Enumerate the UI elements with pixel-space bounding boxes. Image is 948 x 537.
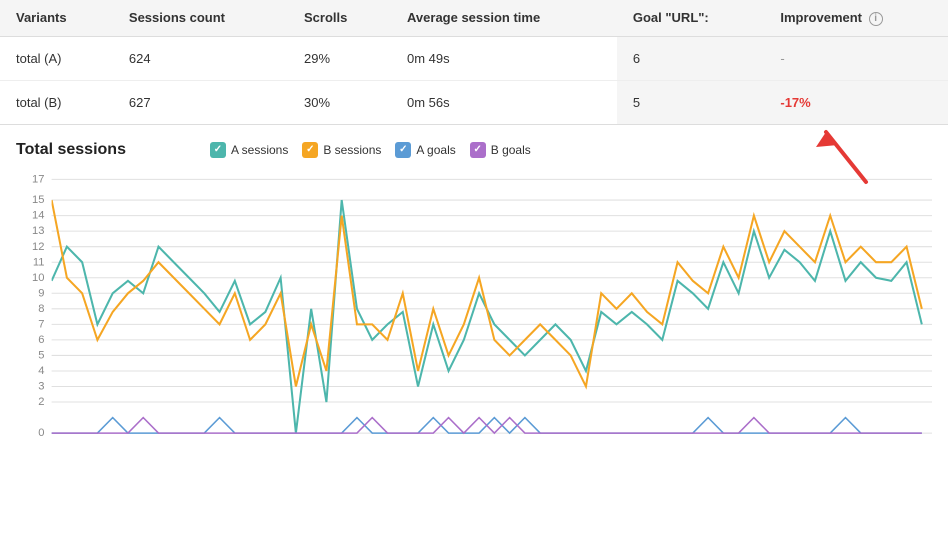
svg-text:0: 0 (38, 427, 44, 439)
variant-b-goal: 5 (617, 80, 765, 124)
svg-text:13: 13 (32, 225, 44, 237)
legend-a-goals: ✓ A goals (395, 142, 455, 158)
legend-b-sessions: ✓ B sessions (302, 142, 381, 158)
svg-text:7: 7 (38, 318, 44, 330)
col-header-goal: Goal "URL": (617, 0, 765, 36)
variant-a-name: total (A) (0, 36, 113, 80)
legend-b-goals-label: B goals (491, 143, 531, 157)
variant-a-goal: 6 (617, 36, 765, 80)
variant-a-avg-time: 0m 49s (391, 36, 617, 80)
table-row: total (B) 627 30% 0m 56s 5 -17% (0, 80, 948, 124)
col-header-variants: Variants (0, 0, 113, 36)
variant-b-avg-time: 0m 56s (391, 80, 617, 124)
svg-text:17: 17 (32, 173, 44, 185)
chart-svg: 0 2 3 4 5 6 7 8 9 10 11 12 13 14 15 17 (16, 169, 932, 459)
svg-text:5: 5 (38, 349, 44, 361)
svg-text:4: 4 (38, 365, 44, 377)
table-row: total (A) 624 29% 0m 49s 6 - (0, 36, 948, 80)
legend-b-sessions-icon: ✓ (302, 142, 318, 158)
svg-text:15: 15 (32, 194, 44, 206)
col-header-avg-session: Average session time (391, 0, 617, 36)
variant-b-name: total (B) (0, 80, 113, 124)
legend-a-sessions-icon: ✓ (210, 142, 226, 158)
variant-b-improvement: -17% (764, 80, 948, 124)
col-header-sessions: Sessions count (113, 0, 288, 36)
chart-container: 0 2 3 4 5 6 7 8 9 10 11 12 13 14 15 17 (16, 169, 932, 459)
legend-b-goals: ✓ B goals (470, 142, 531, 158)
variant-a-sessions: 624 (113, 36, 288, 80)
chart-section: Total sessions ✓ A sessions ✓ B sessions… (0, 125, 948, 459)
svg-text:3: 3 (38, 380, 44, 392)
variant-b-sessions: 627 (113, 80, 288, 124)
col-header-improvement: Improvement i (764, 0, 948, 36)
svg-text:11: 11 (33, 256, 45, 268)
col-header-scrolls: Scrolls (288, 0, 391, 36)
variant-a-scrolls: 29% (288, 36, 391, 80)
legend-a-sessions: ✓ A sessions (210, 142, 288, 158)
chart-legend: ✓ A sessions ✓ B sessions ✓ A goals ✓ B … (210, 142, 531, 158)
legend-b-goals-icon: ✓ (470, 142, 486, 158)
chart-header: Total sessions ✓ A sessions ✓ B sessions… (16, 141, 932, 159)
svg-text:10: 10 (32, 271, 44, 283)
svg-text:9: 9 (38, 287, 44, 299)
chart-title: Total sessions (16, 141, 126, 159)
legend-a-sessions-label: A sessions (231, 143, 288, 157)
improvement-info-icon[interactable]: i (869, 12, 883, 26)
svg-text:8: 8 (38, 302, 44, 314)
variants-table: Variants Sessions count Scrolls Average … (0, 0, 948, 125)
legend-a-goals-icon: ✓ (395, 142, 411, 158)
svg-text:6: 6 (38, 333, 44, 345)
svg-text:14: 14 (32, 209, 44, 221)
svg-text:12: 12 (32, 240, 44, 252)
legend-b-sessions-label: B sessions (323, 143, 381, 157)
legend-a-goals-label: A goals (416, 143, 455, 157)
variant-b-scrolls: 30% (288, 80, 391, 124)
variant-a-improvement: - (764, 36, 948, 80)
svg-text:2: 2 (38, 396, 44, 408)
